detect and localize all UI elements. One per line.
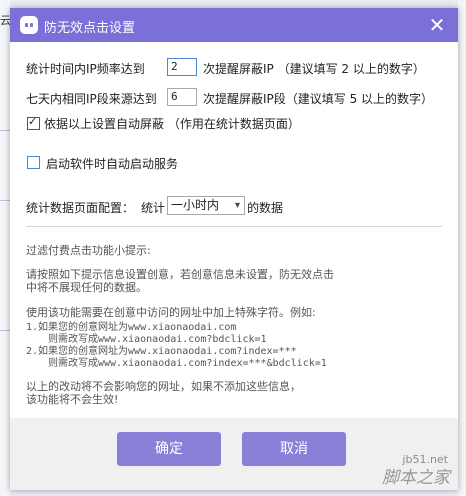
ip-segment-hint: 次提醒屏蔽IP段（建议填写 5 以上的数字） [203, 92, 434, 106]
close-icon: ✕ [428, 13, 446, 37]
background-app-strip [0, 0, 10, 496]
app-logo-icon [20, 16, 38, 34]
stats-period-select[interactable]: 一小时内 ▾ [167, 196, 245, 215]
stats-period-value: 一小时内 [171, 198, 220, 212]
auto-start-label: 启动软件时自动启动服务 [46, 157, 179, 171]
auto-start-checkbox[interactable] [27, 156, 40, 169]
chevron-down-icon: ▾ [234, 200, 240, 211]
tips-example: 则需改写成www.xiaonaodai.com?index=***&bdclic… [48, 358, 327, 369]
stats-config-prefix: 统计 [141, 201, 166, 215]
background-divider [0, 330, 10, 331]
settings-dialog: 防无效点击设置 ✕ 统计时间内IP频率达到 2 次提醒屏蔽IP （建议填写 2 … [10, 8, 458, 490]
ip-frequency-label: 统计时间内IP频率达到 [26, 62, 145, 76]
auto-block-label: 依据以上设置自动屏蔽 （作用在统计数据页面） [44, 117, 300, 131]
section-divider [26, 226, 442, 227]
background-divider [0, 200, 10, 201]
tips-heading: 过滤付费点击功能小提示: [26, 244, 151, 257]
dialog-titlebar[interactable]: 防无效点击设置 ✕ [10, 8, 458, 42]
cancel-button[interactable]: 取消 [242, 432, 346, 466]
ip-frequency-input[interactable]: 2 [167, 58, 197, 76]
dialog-title: 防无效点击设置 [44, 21, 136, 36]
dialog-footer: 确定 取消 jb51.net 脚本之家 [10, 418, 458, 490]
auto-block-checkbox[interactable] [27, 115, 40, 130]
background-app-strip-right [458, 0, 466, 496]
stats-config-suffix: 的数据 [247, 201, 284, 215]
watermark-name: 脚本之家 [382, 468, 450, 488]
ip-segment-label: 七天内相同IP段来源达到 [26, 92, 157, 106]
close-button[interactable]: ✕ [424, 12, 450, 38]
ip-frequency-hint: 次提醒屏蔽IP （建议填写 2 以上的数字） [203, 62, 425, 76]
ip-segment-input[interactable]: 6 [167, 88, 197, 106]
background-divider [0, 130, 10, 131]
stats-config-label: 统计数据页面配置： [26, 201, 135, 215]
tips-text: 中将不展现任何的数据。 [26, 281, 147, 294]
ok-button[interactable]: 确定 [117, 432, 221, 466]
tips-text: 该功能将不会生效! [26, 393, 119, 406]
